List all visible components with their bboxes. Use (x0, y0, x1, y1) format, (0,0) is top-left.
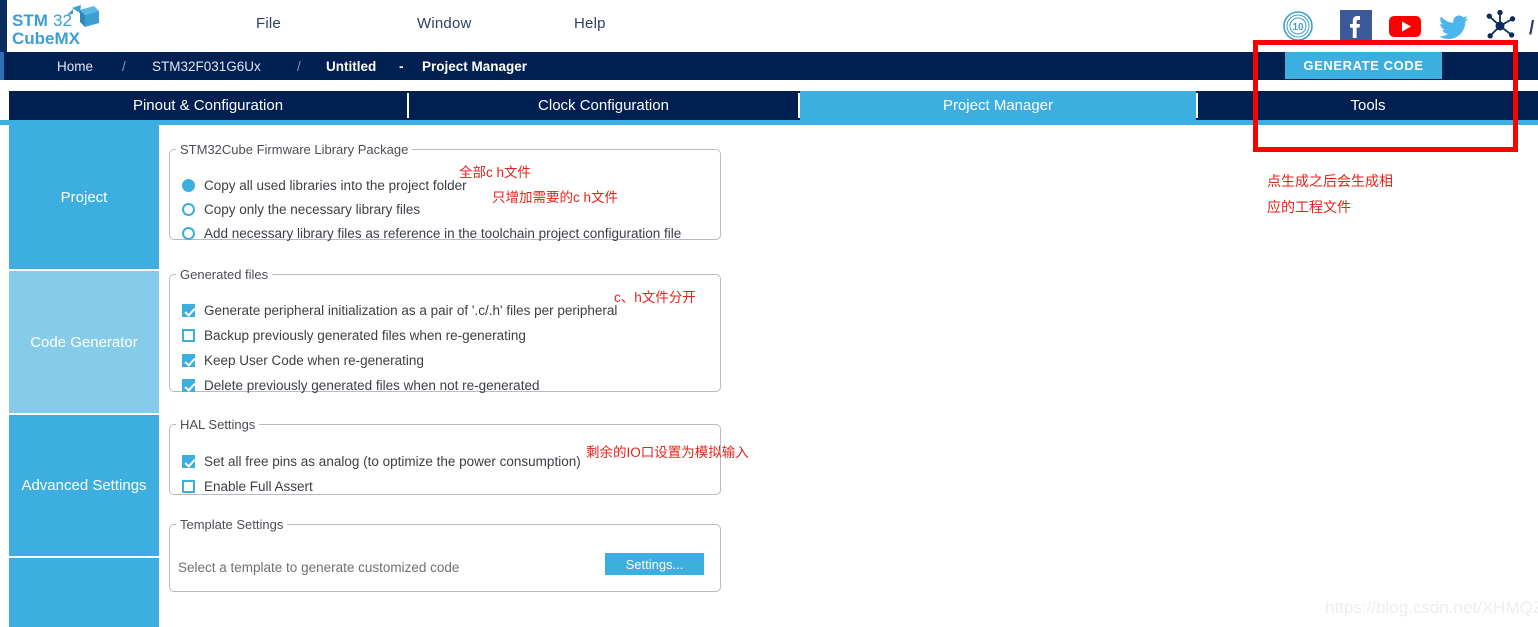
facebook-icon[interactable] (1339, 9, 1373, 43)
tab-tools[interactable]: Tools (1198, 91, 1538, 120)
menu-bar: STM 32 CubeMX File Window Help 10 / (0, 0, 1538, 52)
stm32-cubemx-logo-icon: STM 32 CubeMX (12, 5, 99, 48)
checkbox-icon-checked[interactable] (182, 303, 195, 317)
tab-pinout-configuration[interactable]: Pinout & Configuration (9, 91, 407, 120)
radio-copy-necessary-files[interactable]: Copy only the necessary library files (182, 200, 420, 218)
breadcrumb-current-page: Project Manager (422, 58, 528, 74)
menu-item-window[interactable]: Window (417, 15, 472, 32)
annotation-generate-note-line2: 应的工程文件 (1267, 199, 1351, 215)
template-settings-legend: Template Settings (180, 517, 284, 532)
breadcrumb-mcu[interactable]: STM32F031G6Ux (152, 59, 261, 74)
checkbox-icon-unchecked[interactable] (182, 479, 195, 493)
radio-label: Add necessary library files as reference… (204, 225, 682, 241)
sidebar-item-empty[interactable] (9, 558, 159, 627)
checkbox-enable-full-assert[interactable]: Enable Full Assert (182, 477, 313, 495)
project-manager-sidebar: Project Code Generator Advanced Settings (9, 125, 159, 627)
radio-icon-selected[interactable] (182, 178, 195, 192)
template-settings-group: Template Settings Select a template to g… (169, 517, 721, 592)
breadcrumb-separator-2: / (297, 58, 301, 74)
breadcrumb-accent (0, 52, 4, 80)
breadcrumb-home[interactable]: Home (57, 59, 93, 74)
checkbox-label: Keep User Code when re-generating (204, 352, 424, 368)
generate-code-button[interactable]: GENERATE CODE (1285, 52, 1442, 79)
checkbox-icon-checked[interactable] (182, 454, 195, 468)
radio-icon-unselected[interactable] (182, 202, 195, 216)
tab-project-manager[interactable]: Project Manager (800, 91, 1196, 120)
checkbox-set-free-pins-analog[interactable]: Set all free pins as analog (to optimize… (182, 452, 581, 470)
breadcrumb-separator-1: / (122, 58, 126, 74)
annotation-c-h-separate-note: c、h文件分开 (614, 290, 696, 305)
generated-files-legend: Generated files (180, 267, 269, 282)
tab-clock-configuration[interactable]: Clock Configuration (409, 91, 798, 120)
firmware-group-legend: STM32Cube Firmware Library Package (180, 142, 409, 157)
logo-edge-accent (0, 0, 7, 52)
sidebar-item-project[interactable]: Project (9, 125, 159, 270)
app-logo[interactable]: STM 32 CubeMX (0, 0, 104, 52)
sidebar-item-advanced-settings[interactable]: Advanced Settings (9, 415, 159, 557)
firmware-library-package-group: STM32Cube Firmware Library Package Copy … (169, 142, 721, 242)
radio-add-as-reference[interactable]: Add necessary library files as reference… (182, 224, 681, 242)
menu-item-file[interactable]: File (256, 15, 281, 32)
st-community-network-icon[interactable] (1483, 9, 1517, 43)
stm32cubemx-window: STM 32 CubeMX File Window Help 10 / Home… (0, 0, 1538, 627)
checkbox-backup-previously-generated[interactable]: Backup previously generated files when r… (182, 326, 526, 344)
svg-text:STM: STM (12, 11, 48, 30)
template-settings-button[interactable]: Settings... (605, 553, 704, 575)
checkbox-icon-checked[interactable] (182, 378, 195, 392)
annotation-copy-only-note: 只增加需要的c h文件 (492, 190, 619, 205)
twitter-icon[interactable] (1437, 9, 1471, 43)
sidebar-item-code-generator[interactable]: Code Generator (9, 271, 159, 414)
radio-label: Copy only the necessary library files (204, 201, 421, 217)
checkbox-icon-checked[interactable] (182, 353, 195, 367)
tab-divider-1 (407, 93, 409, 118)
overflow-indicator: / (1529, 18, 1535, 39)
svg-text:CubeMX: CubeMX (12, 29, 81, 48)
checkbox-label: Delete previously generated files when n… (204, 377, 540, 393)
tab-divider-3 (1196, 93, 1198, 118)
annotation-copy-all-note: 全部c h文件 (459, 165, 532, 180)
radio-label: Copy all used libraries into the project… (204, 177, 467, 193)
blog-watermark: https://blog.csdn.net/XHMQZ (1325, 598, 1538, 617)
annotation-generate-note-line1: 点生成之后会生成相 (1267, 173, 1393, 189)
checkbox-keep-user-code[interactable]: Keep User Code when re-generating (182, 351, 424, 369)
checkbox-generate-peripheral-init[interactable]: Generate peripheral initialization as a … (182, 301, 617, 319)
svg-text:10: 10 (1292, 22, 1304, 33)
checkbox-label: Enable Full Assert (204, 478, 313, 494)
menu-item-help[interactable]: Help (574, 15, 606, 32)
checkbox-label: Generate peripheral initialization as a … (204, 302, 618, 318)
radio-copy-all-libraries[interactable]: Copy all used libraries into the project… (182, 176, 467, 194)
radio-icon-unselected[interactable] (182, 226, 195, 240)
hal-settings-legend: HAL Settings (180, 417, 256, 432)
st-10-years-badge-icon[interactable]: 10 (1281, 9, 1315, 43)
breadcrumb-dash: - (399, 58, 404, 74)
tab-divider-2 (798, 93, 800, 118)
checkbox-icon-unchecked[interactable] (182, 328, 195, 342)
youtube-icon[interactable] (1388, 9, 1422, 43)
checkbox-label: Backup previously generated files when r… (204, 327, 526, 343)
breadcrumb-project-name: Untitled (326, 58, 377, 74)
checkbox-label: Set all free pins as analog (to optimize… (204, 453, 581, 469)
template-description: Select a template to generate customized… (178, 560, 460, 575)
tab-bar-left-cap (0, 91, 9, 120)
checkbox-delete-previously-generated[interactable]: Delete previously generated files when n… (182, 376, 539, 394)
annotation-analog-pins-note: 剩余的IO口设置为模拟输入 (586, 445, 749, 460)
